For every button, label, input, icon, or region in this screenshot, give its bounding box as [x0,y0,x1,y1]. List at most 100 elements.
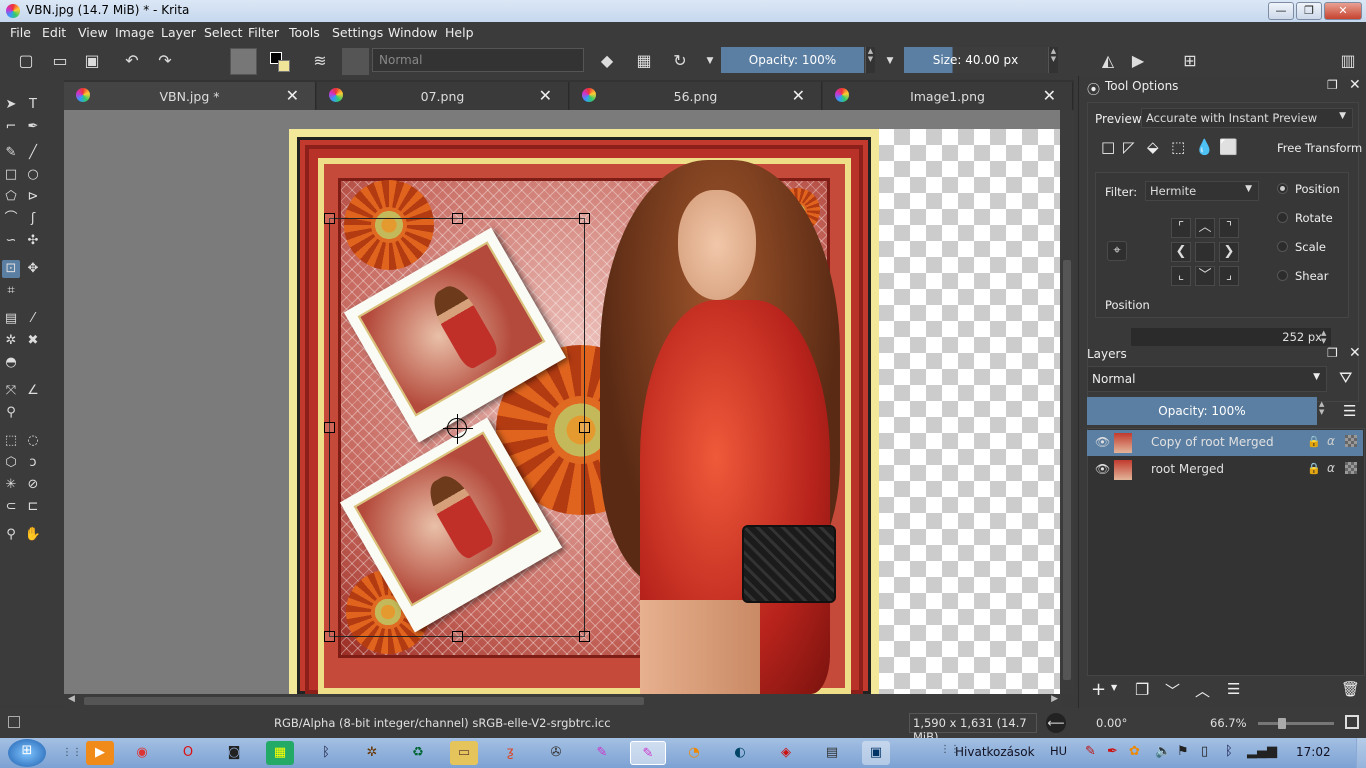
layer-opacity-slider[interactable]: Opacity: 100% [1087,397,1317,425]
close-docker-icon[interactable]: ✕ [1349,77,1361,93]
contiguous-select-tool-icon[interactable]: ✳ [2,476,20,494]
rotation-icon[interactable]: ⟵ [1046,713,1066,733]
edit-shapes-tool-icon[interactable]: ⌐ [2,118,20,136]
menu-tools[interactable]: Tools [289,25,320,40]
anchor-top-right-icon[interactable]: ⌝ [1219,218,1239,238]
volume-icon[interactable]: 🔈 [1155,744,1171,759]
multibrush-tool-icon[interactable]: ✣ [24,232,42,250]
radio-position[interactable] [1277,183,1288,194]
horizontal-scrollbar[interactable]: ◀ ▶ [64,694,1062,708]
mirror-vertical-icon[interactable]: ▶ [1128,51,1148,71]
chevron-down-icon[interactable]: ▼ [1111,683,1117,692]
chevron-down-icon[interactable]: ▼ [700,51,720,71]
pan-tool-icon[interactable]: ✋ [24,526,42,544]
duplicate-layer-icon[interactable]: ❐ [1135,680,1149,699]
transform-rotation-center[interactable] [443,414,473,444]
eraser-icon[interactable]: ◆ [597,51,617,71]
reload-preset-icon[interactable]: ↻ [670,51,690,71]
magnetic-select-tool-icon[interactable]: ⊏ [24,498,42,516]
transform-handle-top-right[interactable] [579,213,590,224]
menu-filter[interactable]: Filter [248,25,279,40]
notepad-app-icon[interactable]: ▤ [818,741,846,765]
redo-icon[interactable]: ↷ [155,51,175,71]
color-picker-tool-icon[interactable]: ⁄ [24,310,42,328]
close-tab-icon[interactable]: ✕ [1043,86,1056,105]
tab-07[interactable]: 07.png ✕ [317,82,569,110]
x-spin-icon[interactable]: ▲ ▼ [1321,329,1326,345]
x-position-input[interactable]: 252 px [1131,328,1331,346]
save-icon[interactable]: ▣ [82,51,102,71]
zoom-slider[interactable] [1258,718,1334,729]
freehand-path-tool-icon[interactable]: ʃ [24,210,42,228]
selection-status-icon[interactable] [8,716,20,728]
tray-app-icon[interactable]: ✎ [1085,744,1096,759]
anchor-bottom-icon[interactable]: ﹀ [1195,266,1215,286]
cage-transform-icon[interactable]: ⬚ [1171,138,1185,156]
move-layer-down-icon[interactable]: ﹀ [1165,680,1180,701]
fill-tool-icon[interactable]: ◓ [2,354,20,372]
window-app-icon[interactable]: ▣ [862,741,890,765]
language-indicator[interactable]: HU [1050,744,1067,758]
mesh-transform-icon[interactable]: ⬜ [1219,138,1238,156]
line-tool-icon[interactable]: ╱ [24,144,42,162]
ellipse-select-tool-icon[interactable]: ◌ [24,432,42,450]
brush-size-slider[interactable]: Size: 40.00 px [904,47,1047,73]
warp-transform-icon[interactable]: ⬙ [1147,138,1159,156]
transform-handle-right[interactable] [579,422,590,433]
file-explorer-icon[interactable]: ▭ [450,741,478,765]
chevron-down-icon[interactable]: ▼ [880,51,900,71]
move-tool-icon[interactable]: ✥ [24,260,42,278]
transform-handle-top-left[interactable] [324,213,335,224]
dynamic-brush-tool-icon[interactable]: ∽ [2,232,20,250]
transform-handle-bottom-left[interactable] [324,631,335,642]
lock-icon[interactable]: 🔒 [1307,435,1321,448]
new-document-icon[interactable]: ▢ [16,51,36,71]
recycle-app-icon[interactable]: ♻ [404,741,432,765]
ellipse-tool-icon[interactable]: ○ [24,166,42,184]
move-layer-up-icon[interactable]: ︿ [1195,680,1210,701]
tray-color-icon[interactable]: ✿ [1129,744,1140,759]
anchor-center-icon[interactable] [1195,242,1215,262]
freehand-select-tool-icon[interactable]: ↄ [24,454,42,472]
minimize-button[interactable]: — [1268,2,1294,20]
brush-tool-icon[interactable]: ✎ [2,144,20,162]
reference-images-tool-icon[interactable]: ⚲ [2,404,20,422]
menu-layer[interactable]: Layer [161,25,196,40]
measure-tool-icon[interactable]: ∠ [24,382,42,400]
transform-tool-icon[interactable]: ⊡ [2,260,20,278]
radio-scale[interactable] [1277,241,1288,252]
bluetooth-tray-icon[interactable]: ᛒ [1225,744,1233,759]
tray-device-icon[interactable]: ▯ [1201,744,1208,759]
alpha-inherit-icon[interactable]: α [1327,434,1335,448]
menu-select[interactable]: Select [204,25,243,40]
rect-select-tool-icon[interactable]: ⬚ [2,432,20,450]
graphics-app-icon[interactable]: ✎ [588,741,616,765]
delete-layer-icon[interactable]: 🗑 [1341,680,1360,698]
mirror-horizontal-icon[interactable]: ◭ [1098,51,1118,71]
undo-icon[interactable]: ↶ [122,51,142,71]
krita-taskbar-icon[interactable]: ✎ [630,741,666,765]
browser-app-icon[interactable]: ◔ [680,741,708,765]
vertical-scrollbar[interactable] [1060,110,1074,694]
brush-tip-icon[interactable] [342,48,369,75]
close-window-button[interactable]: ✕ [1324,2,1362,20]
anchor-top-left-icon[interactable]: ⌜ [1171,218,1191,238]
bluetooth-app-icon[interactable]: ᛒ [312,741,340,765]
transform-handle-top[interactable] [452,213,463,224]
menu-file[interactable]: File [10,25,31,40]
alpha-lock-icon[interactable] [1345,435,1357,447]
layer-properties-icon[interactable]: ☰ [1227,680,1240,698]
opacity-spin-buttons[interactable]: ▲ ▼ [865,47,875,73]
opera-icon[interactable]: O [174,741,202,765]
image-dimensions-label[interactable]: 1,590 x 1,631 (14.7 MiB) [909,713,1037,744]
transform-handle-bottom[interactable] [452,631,463,642]
menu-image[interactable]: Image [115,25,154,40]
text-tool-icon[interactable]: T [24,96,42,114]
image-viewer-icon[interactable]: ◈ [772,741,800,765]
smart-patch-tool-icon[interactable]: ✖ [24,332,42,350]
close-tab-icon[interactable]: ✕ [286,86,299,105]
blend-mode-select[interactable]: Normal [372,48,584,72]
clock[interactable]: 17:02 [1296,745,1331,759]
menu-settings[interactable]: Settings [332,25,383,40]
menu-help[interactable]: Help [445,25,474,40]
